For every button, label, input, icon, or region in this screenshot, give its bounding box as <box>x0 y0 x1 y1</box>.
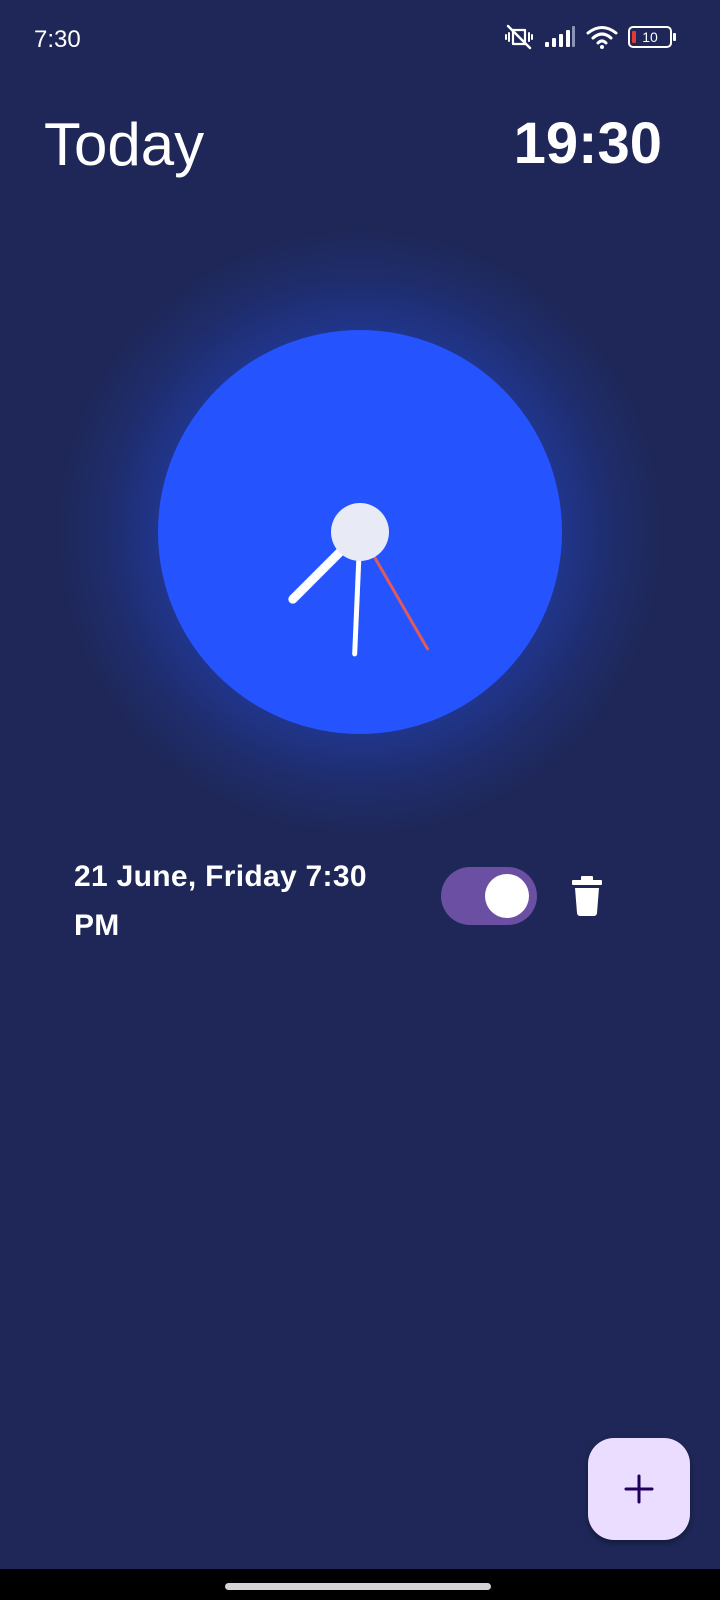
alarm-toggle[interactable] <box>441 867 537 925</box>
system-navigation-bar <box>0 1569 720 1600</box>
status-bar: 7:30 10 <box>0 0 720 84</box>
alarm-datetime: 21 June, Friday 7:30 PM <box>74 860 367 942</box>
plus-icon <box>624 1474 654 1504</box>
status-icons: 10 <box>504 24 676 50</box>
home-gesture-handle[interactable] <box>225 1583 491 1590</box>
analog-clock <box>60 232 660 832</box>
status-time: 7:30 <box>34 26 81 53</box>
page-title: Today <box>44 111 205 178</box>
delete-button[interactable] <box>570 876 604 916</box>
trash-icon <box>572 876 602 916</box>
alarm-screen: 7:30 10 Today 19:30 21 June, Friday 7:30… <box>0 0 720 1600</box>
battery-icon: 10 <box>628 26 676 48</box>
alarm-list-item[interactable]: 21 June, Friday 7:30 PM <box>0 840 720 950</box>
clock-center <box>331 503 389 561</box>
signal-icon <box>544 26 576 48</box>
vibrate-off-icon <box>504 24 534 50</box>
battery-percentage: 10 <box>642 29 658 45</box>
battery-level-indicator <box>632 31 636 43</box>
toggle-knob <box>485 874 529 918</box>
digital-clock: 19:30 <box>513 111 662 176</box>
add-alarm-button[interactable] <box>588 1438 690 1540</box>
wifi-icon <box>586 25 618 49</box>
